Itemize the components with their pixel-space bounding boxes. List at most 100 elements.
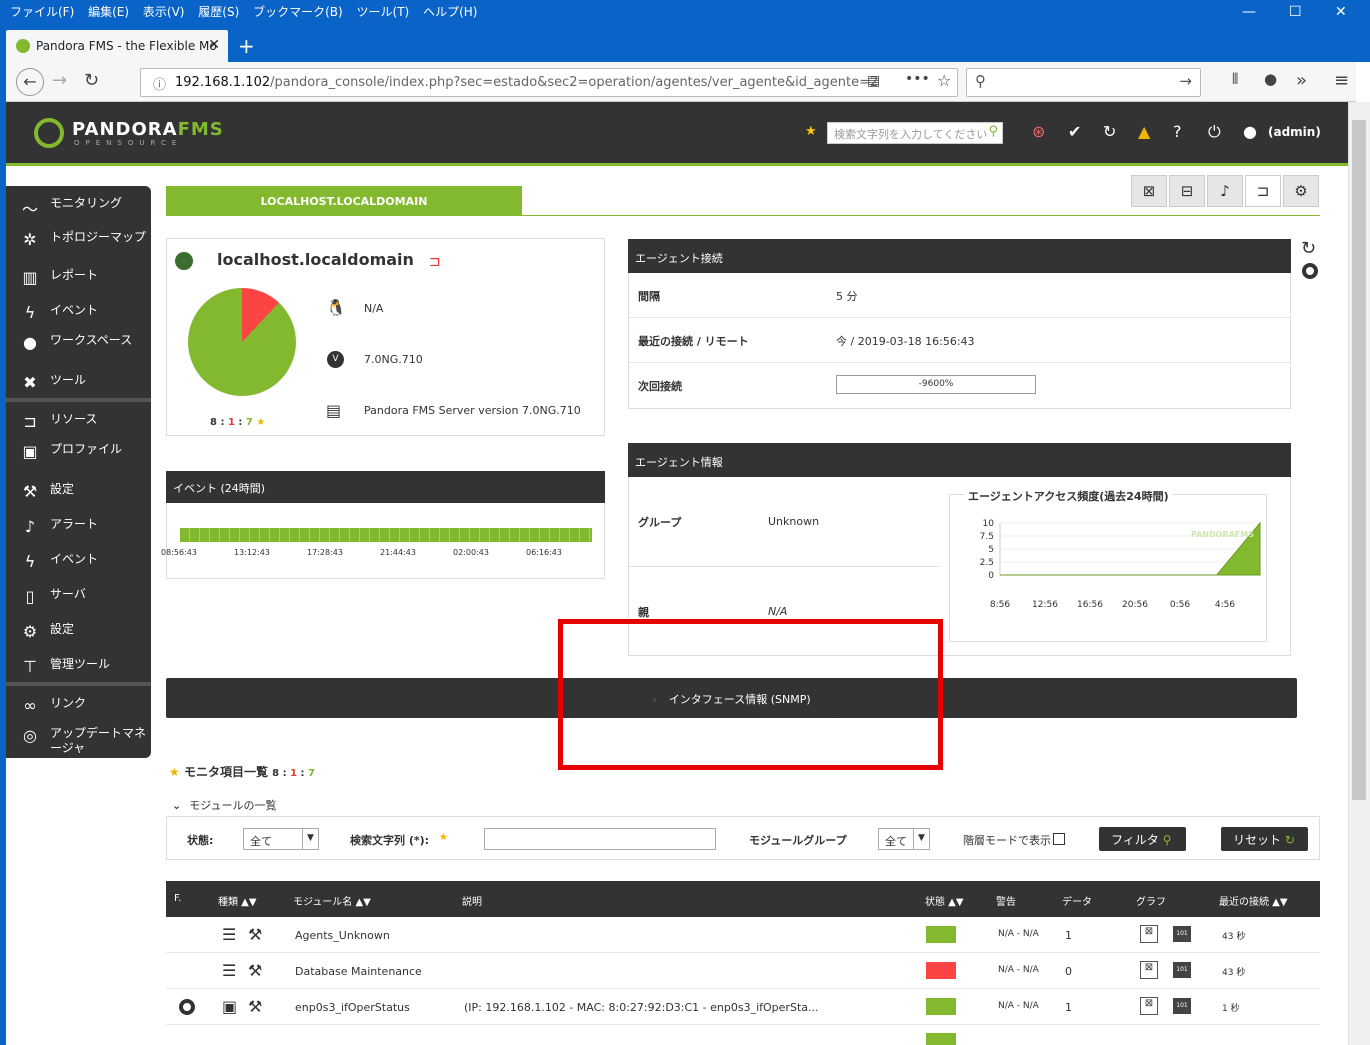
events-timeline[interactable] [180,528,592,542]
x-tick-label: 20:56 [1122,600,1148,610]
user-icon[interactable]: ● [1243,122,1257,141]
warning-icon[interactable]: ▲ [1138,122,1150,141]
help-icon[interactable]: ? [1173,122,1182,141]
reader-view-icon[interactable]: ▤ [867,73,880,89]
logo-main: PANDORA [72,119,178,140]
col-last-contact[interactable]: 最近の接続 ▲▼ [1219,893,1288,908]
info-icon[interactable]: ⓘ [153,74,166,93]
menu-edit[interactable]: 編集(E) [88,0,129,24]
back-icon[interactable]: ← [16,68,44,96]
header-search-input[interactable]: 検索文字列を入力してください ⚲ [827,122,1003,144]
filter-button[interactable]: フィルタ ⚲ [1099,827,1186,851]
force-check-icon[interactable] [1302,263,1318,279]
inventory-tab-icon[interactable]: ⊟ [1169,175,1205,207]
sidebar-separator [6,682,151,686]
status-indicator [926,1033,956,1045]
agent-version: 7.0NG.710 [364,353,423,366]
wrench-icon[interactable]: ⚒ [248,997,262,1016]
hamburger-menu-icon[interactable]: ≡ [1334,70,1349,91]
library-icon[interactable]: ⫴ [1232,70,1238,88]
report-icon: ▥ [22,268,38,287]
raw-data-icon[interactable]: 101 [1173,926,1191,942]
refresh-agent-icon[interactable]: ↻ [1301,238,1316,259]
maximize-icon[interactable]: ☐ [1289,4,1302,20]
minimize-icon[interactable]: — [1242,4,1256,20]
close-window-icon[interactable]: ✕ [1335,4,1347,20]
overflow-icon[interactable]: » [1296,70,1307,91]
menu-history[interactable]: 履歴(S) [198,0,239,24]
scrollbar-thumb[interactable] [1352,120,1366,800]
reset-button[interactable]: リセット ↻ [1221,827,1308,851]
col-status[interactable]: 状態 ▲▼ [925,893,964,908]
table-row[interactable]: ☰ ⚒ Database Maintenance N/A - N/A 0 ⊠ 1… [166,953,1320,989]
refresh-icon[interactable]: ↻ [1103,122,1116,141]
close-tab-icon[interactable]: ✕ [208,37,220,53]
status-select[interactable]: 全て ▼ [243,828,319,850]
force-check-icon[interactable] [179,999,195,1015]
sidebar-label: リンク [50,696,87,710]
support-icon[interactable]: ⊛ [1032,122,1045,141]
menu-file[interactable]: ファイル(F) [10,0,74,24]
modules-toggle[interactable]: ⌄ モジュールの一覧 [172,797,276,813]
table-row[interactable]: ☰ ⚒ Agents_Unknown N/A - N/A 1 ⊠ 101 43 … [166,917,1320,953]
menu-help[interactable]: ヘルプ(H) [423,0,477,24]
sidebar-label: トポロジーマップ [50,230,147,244]
agent-server: Pandora FMS Server version 7.0NG.710 [364,404,581,417]
linux-penguin-icon: 🐧 [326,298,346,317]
wrench-icon[interactable]: ⚒ [248,925,262,944]
url-bar[interactable]: ⓘ 192.168.1.102/pandora_console/index.ph… [140,68,958,97]
power-icon[interactable]: ⏻ [1208,122,1221,142]
raw-data-icon[interactable]: 101 [1173,962,1191,978]
extension-icon[interactable]: ● [1264,70,1277,88]
search-go-icon[interactable]: → [1179,72,1192,90]
sidebar-label: ワークスペース [50,333,133,347]
sidebar-label: リソース [50,412,98,426]
title-bar: ファイル(F) 編集(E) 表示(V) 履歴(S) ブックマーク(B) ツール(… [0,0,1370,28]
graph-tab-icon[interactable]: ⊠ [1131,175,1167,207]
user-name[interactable]: (admin) [1268,125,1321,139]
module-graph-icon[interactable]: ⊠ [1140,997,1158,1015]
modules-label: モジュールの一覧 [189,799,277,812]
database-icon: ☰ [222,925,237,944]
browser-search-input[interactable]: ⚲ → [966,68,1201,97]
table-row[interactable]: ▣ ⚒ enp0s3_ifOperStatus (IP: 192.168.1.1… [166,989,1320,1025]
alert-tab-icon[interactable]: ♪ [1207,175,1243,207]
menu-bookmarks[interactable]: ブックマーク(B) [253,0,343,24]
page-actions-icon[interactable]: ••• [905,71,930,87]
col-graph: グラフ [1136,897,1166,908]
new-tab-icon[interactable]: + [238,34,255,58]
browser-tab[interactable]: Pandora FMS - the Flexible Mo ✕ [6,30,228,62]
page-scrollbar[interactable] [1348,102,1370,1045]
remote-config-icon[interactable]: ⊐ [429,254,441,270]
col-flag[interactable]: F. [174,893,181,904]
col-module-name[interactable]: モジュール名 ▲▼ [293,893,371,908]
header-search-icon[interactable]: ⚲ [988,124,998,139]
main-tab-icon[interactable]: ⊐ [1245,175,1281,207]
sidebar-label: 管理ツール [50,657,111,671]
pandora-logo-icon[interactable] [34,118,64,148]
agent-tab[interactable]: LOCALHOST.LOCALDOMAIN [166,186,522,216]
agent-os: N/A [364,302,384,315]
module-name[interactable]: Database Maintenance [295,965,422,978]
module-name[interactable]: enp0s3_ifOperStatus [295,1001,410,1014]
favorite-star-icon[interactable]: ★ [805,124,817,139]
module-graph-icon[interactable]: ⊠ [1140,961,1158,979]
check-icon[interactable]: ✔ [1068,122,1081,141]
module-name[interactable]: Agents_Unknown [295,929,390,942]
reload-icon[interactable]: ↻ [84,70,99,91]
server-list-icon: ▤ [326,401,342,420]
wrench-icon[interactable]: ⚒ [248,961,262,980]
module-search-input[interactable] [484,828,716,850]
module-group-select[interactable]: 全て ▼ [878,828,930,850]
hierarchy-checkbox[interactable] [1053,833,1065,845]
raw-data-icon[interactable]: 101 [1173,998,1191,1014]
setup-tab-icon[interactable]: ⚙ [1283,175,1319,207]
col-type[interactable]: 種類 ▲▼ [218,893,257,908]
module-graph-icon[interactable]: ⊠ [1140,925,1158,943]
search-icon: ⚲ [975,72,986,90]
bookmark-star-icon[interactable]: ☆ [937,71,951,90]
menu-tools[interactable]: ツール(T) [357,0,410,24]
menu-view[interactable]: 表示(V) [143,0,185,24]
profile-icon: ▣ [22,442,38,461]
forward-icon[interactable]: → [52,70,67,91]
